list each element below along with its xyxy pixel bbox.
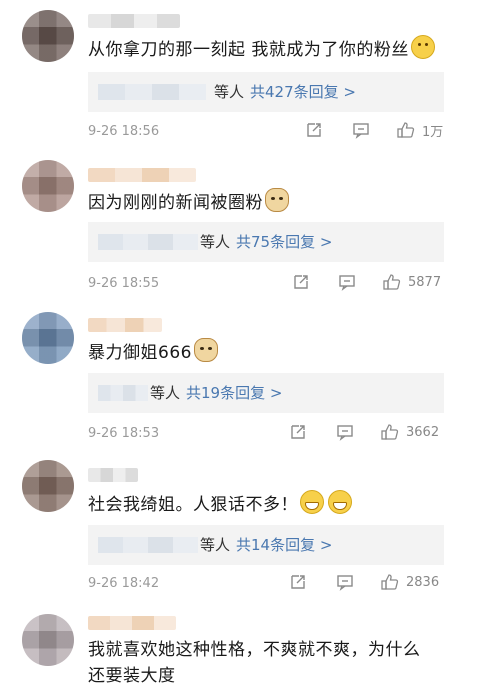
- like-count: 3662: [406, 424, 440, 440]
- reply-count-link[interactable]: 共427条回复 >: [250, 83, 356, 101]
- thumbs-up-icon: [381, 424, 399, 440]
- comment-text: 暴力御姐666: [88, 338, 218, 367]
- thumbs-up-icon: [397, 122, 415, 138]
- like-button[interactable]: 1万: [396, 120, 443, 140]
- like-button[interactable]: 2836: [380, 572, 439, 592]
- replier-names-blurred: [98, 234, 198, 250]
- doge-emoji-icon: [265, 188, 289, 212]
- comment-text: 因为刚刚的新闻被圈粉: [88, 188, 289, 217]
- username-blurred[interactable]: [88, 616, 176, 630]
- doge-emoji-icon: [193, 338, 218, 362]
- like-count: 5877: [408, 274, 442, 290]
- reply-count-link[interactable]: 共14条回复 >: [236, 536, 332, 554]
- reply-summary[interactable]: 等人 共427条回复 >: [88, 72, 444, 112]
- comment-icon: [353, 123, 369, 139]
- comment-text-line: 还要装大度: [88, 666, 176, 686]
- forward-button[interactable]: [292, 273, 310, 291]
- reply-summary[interactable]: 等人 共19条回复 >: [88, 373, 444, 413]
- comment-text-line: 我就喜欢她这种性格，不爽就不爽，为什么: [88, 640, 421, 660]
- thumbs-up-icon: [383, 274, 401, 290]
- like-button[interactable]: 5877: [382, 272, 441, 292]
- username-blurred[interactable]: [88, 168, 196, 182]
- reply-who: 等人: [150, 384, 181, 402]
- forward-icon: [291, 575, 305, 589]
- username-blurred[interactable]: [88, 318, 162, 332]
- avatar[interactable]: [22, 10, 74, 62]
- forward-button[interactable]: [305, 121, 323, 139]
- reply-summary[interactable]: 等人 共14条回复 >: [88, 525, 444, 565]
- like-count: 1万: [422, 124, 444, 140]
- forward-icon: [307, 123, 321, 137]
- reply-count-link[interactable]: 共75条回复 >: [236, 233, 332, 251]
- like-button[interactable]: 3662: [380, 422, 439, 442]
- timestamp: 9-26 18:56: [88, 124, 160, 139]
- avatar[interactable]: [22, 160, 74, 212]
- timestamp: 9-26 18:55: [88, 276, 160, 291]
- grin-emoji-icon: [328, 490, 352, 514]
- comment-button[interactable]: [338, 273, 356, 291]
- forward-button[interactable]: [289, 573, 307, 591]
- grin-emoji-icon: [300, 490, 324, 514]
- timestamp: 9-26 18:53: [88, 426, 160, 441]
- timestamp: 9-26 18:42: [88, 576, 160, 591]
- avatar[interactable]: [22, 312, 74, 364]
- comment-text: 社会我绮姐。人狠话不多！: [88, 490, 352, 519]
- comment-icon: [337, 575, 353, 591]
- comment-button[interactable]: [336, 573, 354, 591]
- comment-icon: [339, 275, 355, 291]
- replier-names-blurred: [98, 84, 206, 100]
- comment-button[interactable]: [336, 423, 354, 441]
- avatar[interactable]: [22, 460, 74, 512]
- reply-who: 等人: [214, 83, 245, 101]
- forward-button[interactable]: [289, 423, 307, 441]
- like-count: 2836: [406, 574, 440, 590]
- reply-who: 等人: [200, 536, 231, 554]
- forward-icon: [291, 425, 305, 439]
- username-blurred[interactable]: [88, 14, 180, 28]
- comment-icon: [337, 425, 353, 441]
- reply-who: 等人: [200, 233, 231, 251]
- reply-summary[interactable]: 等人 共75条回复 >: [88, 222, 444, 262]
- reply-count-link[interactable]: 共19条回复 >: [186, 384, 282, 402]
- avatar[interactable]: [22, 614, 74, 666]
- thumbs-up-icon: [381, 574, 399, 590]
- username-blurred[interactable]: [88, 468, 138, 482]
- comment-button[interactable]: [352, 121, 370, 139]
- comment-text: 从你拿刀的那一刻起 我就成为了你的粉丝: [88, 35, 435, 64]
- smile-emoji-icon: [410, 35, 435, 59]
- replier-names-blurred: [98, 537, 198, 553]
- forward-icon: [294, 275, 308, 289]
- replier-names-blurred: [98, 385, 148, 401]
